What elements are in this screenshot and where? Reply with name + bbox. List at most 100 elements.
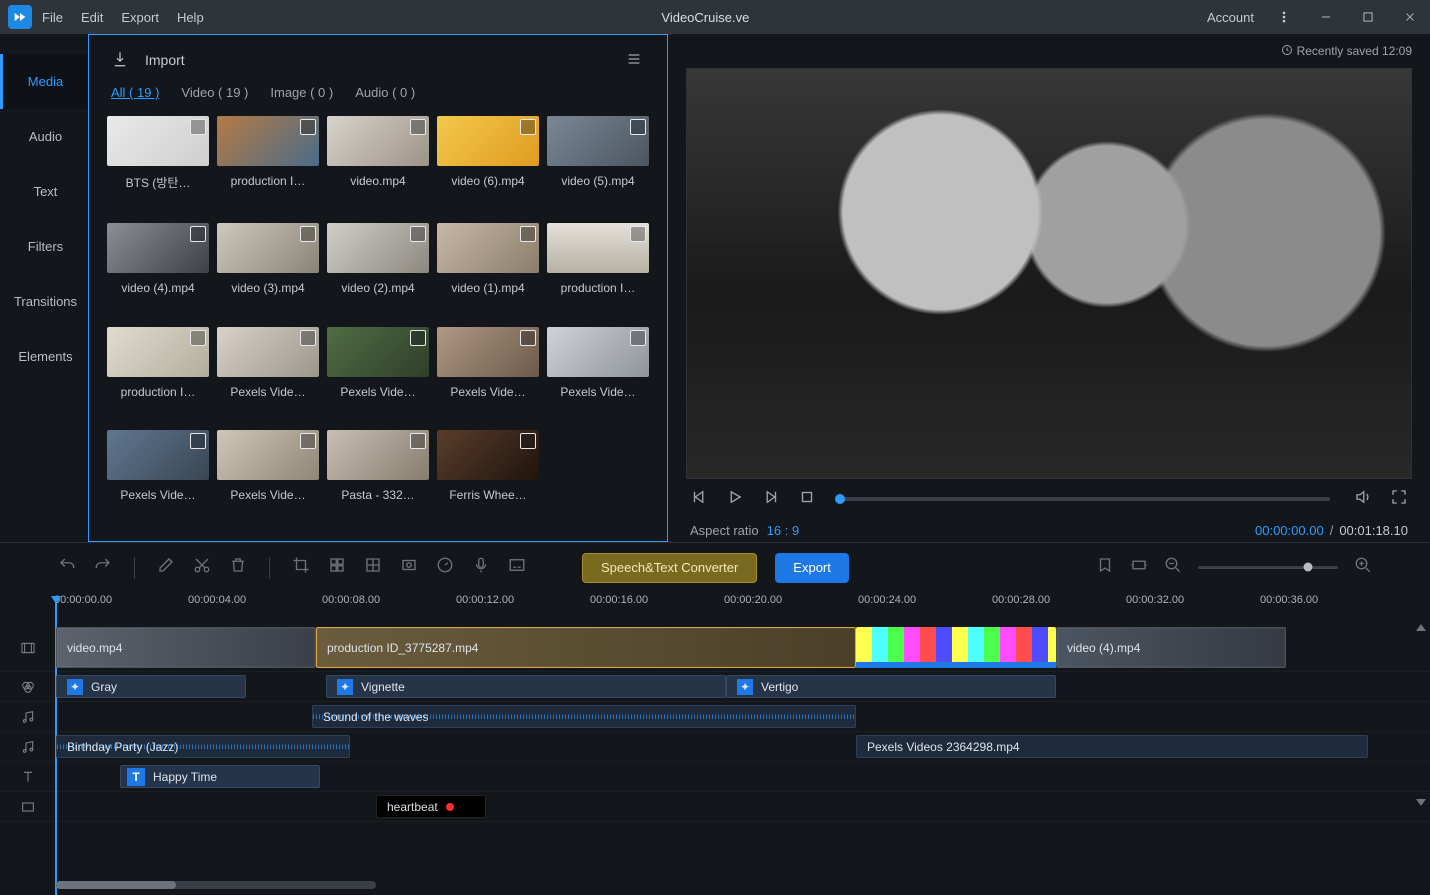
total-duration: 00:01:18.10 — [1339, 523, 1408, 538]
app-logo — [8, 5, 32, 29]
media-item-label: Pexels Vide… — [217, 488, 319, 502]
kebab-menu-icon[interactable] — [1272, 5, 1296, 29]
menu-export[interactable]: Export — [121, 10, 159, 25]
record-clip[interactable]: heartbeat — [376, 795, 486, 818]
media-item-label: video (5).mp4 — [547, 174, 649, 188]
media-item[interactable]: BTS (방탄… — [107, 116, 209, 207]
tab-audio[interactable]: Audio — [0, 109, 88, 164]
media-item[interactable]: video (4).mp4 — [107, 223, 209, 311]
import-button[interactable]: Import — [145, 52, 185, 68]
mosaic-icon[interactable] — [328, 556, 346, 579]
play-icon[interactable] — [726, 488, 744, 511]
next-frame-icon[interactable] — [762, 488, 780, 511]
video-clip[interactable]: video (4).mp4 — [1056, 627, 1286, 668]
menu-edit[interactable]: Edit — [81, 10, 103, 25]
stop-icon[interactable] — [798, 488, 816, 511]
marker-icon[interactable] — [1096, 556, 1114, 579]
tab-media[interactable]: Media — [0, 54, 88, 109]
redo-icon[interactable] — [94, 556, 112, 579]
media-item[interactable]: Pexels Vide… — [217, 430, 319, 518]
list-view-icon[interactable] — [623, 51, 645, 70]
media-item[interactable]: production I… — [217, 116, 319, 207]
media-item[interactable]: video (1).mp4 — [437, 223, 539, 311]
media-item[interactable]: video (2).mp4 — [327, 223, 429, 311]
audio-clip[interactable]: Birthday Party (Jazz) — [56, 735, 350, 758]
audio-clip[interactable]: Sound of the waves — [312, 705, 856, 728]
minimize-icon[interactable] — [1314, 5, 1338, 29]
media-item[interactable]: Pasta - 332… — [327, 430, 429, 518]
preview-screen[interactable] — [686, 68, 1412, 479]
video-clip-bars[interactable] — [856, 627, 1056, 668]
subtitle-icon[interactable] — [508, 556, 526, 579]
fullscreen-icon[interactable] — [1390, 488, 1408, 511]
preview-progress[interactable] — [840, 497, 1330, 501]
filter-clip[interactable]: ✦Vignette — [326, 675, 726, 698]
audio-clip[interactable]: Pexels Videos 2364298.mp4 — [856, 735, 1368, 758]
media-item[interactable]: production I… — [107, 327, 209, 415]
record-dot-icon — [446, 803, 454, 811]
media-grid: BTS (방탄… production I… video.mp4 video (… — [89, 110, 667, 524]
volume-icon[interactable] — [1354, 488, 1372, 511]
prev-frame-icon[interactable] — [690, 488, 708, 511]
media-item[interactable]: video (5).mp4 — [547, 116, 649, 207]
zoom-in-icon[interactable] — [1354, 556, 1372, 579]
music-track-icon — [20, 739, 36, 755]
edit-icon[interactable] — [157, 556, 175, 579]
filter-image[interactable]: Image ( 0 ) — [270, 85, 333, 100]
filter-video[interactable]: Video ( 19 ) — [181, 85, 248, 100]
crop-icon[interactable] — [292, 556, 310, 579]
close-icon[interactable] — [1398, 5, 1422, 29]
toolbar: Speech&Text Converter Export — [0, 542, 1430, 592]
media-item[interactable]: Ferris Whee… — [437, 430, 539, 518]
video-clip-selected[interactable]: production ID_3775287.mp4 — [316, 627, 856, 668]
voiceover-icon[interactable] — [472, 556, 490, 579]
filter-audio[interactable]: Audio ( 0 ) — [355, 85, 415, 100]
media-item[interactable]: video (3).mp4 — [217, 223, 319, 311]
speech-text-button[interactable]: Speech&Text Converter — [582, 553, 757, 583]
filter-clip[interactable]: ✦Vertigo — [726, 675, 1056, 698]
media-item[interactable]: production I… — [547, 223, 649, 311]
clip-label: Vertigo — [761, 680, 798, 694]
filter-clip[interactable]: ✦Gray — [56, 675, 246, 698]
time-ruler[interactable]: 00:00:00.00 00:00:04.00 00:00:08.00 00:0… — [56, 592, 1430, 624]
media-item[interactable]: Pexels Vide… — [437, 327, 539, 415]
tab-text[interactable]: Text — [0, 164, 88, 219]
media-item[interactable]: Pexels Vide… — [327, 327, 429, 415]
delete-icon[interactable] — [229, 556, 247, 579]
current-time: 00:00:00.00 — [1255, 523, 1324, 538]
grid-icon[interactable] — [364, 556, 382, 579]
media-item[interactable]: video (6).mp4 — [437, 116, 539, 207]
cut-icon[interactable] — [193, 556, 211, 579]
title-bar: File Edit Export Help VideoCruise.ve Acc… — [0, 0, 1430, 34]
export-button[interactable]: Export — [775, 553, 849, 583]
account-button[interactable]: Account — [1207, 10, 1254, 25]
tab-elements[interactable]: Elements — [0, 329, 88, 384]
menu-bar: File Edit Export Help — [42, 10, 204, 25]
ruler-tick: 00:00:24.00 — [858, 594, 916, 606]
speed-icon[interactable] — [436, 556, 454, 579]
undo-icon[interactable] — [58, 556, 76, 579]
zoom-slider[interactable] — [1198, 566, 1338, 569]
freeze-icon[interactable] — [400, 556, 418, 579]
menu-file[interactable]: File — [42, 10, 63, 25]
text-clip[interactable]: THappy Time — [120, 765, 320, 788]
video-clip[interactable]: video.mp4 — [56, 627, 316, 668]
filter-all[interactable]: All ( 19 ) — [111, 85, 159, 100]
track-text: THappy Time — [0, 762, 1430, 792]
media-item[interactable]: video.mp4 — [327, 116, 429, 207]
aspect-ratio-value[interactable]: 16 : 9 — [767, 523, 800, 538]
track-music: Birthday Party (Jazz) Pexels Videos 2364… — [0, 732, 1430, 762]
import-icon[interactable] — [111, 50, 129, 71]
timeline-vscroll[interactable] — [1416, 624, 1424, 824]
media-item[interactable]: Pexels Vide… — [107, 430, 209, 518]
media-item[interactable]: Pexels Vide… — [547, 327, 649, 415]
maximize-icon[interactable] — [1356, 5, 1380, 29]
media-item-label: video (6).mp4 — [437, 174, 539, 188]
tab-transitions[interactable]: Transitions — [0, 274, 88, 329]
menu-help[interactable]: Help — [177, 10, 204, 25]
zoom-out-icon[interactable] — [1164, 556, 1182, 579]
timeline-hscroll[interactable] — [56, 881, 376, 889]
tab-filters[interactable]: Filters — [0, 219, 88, 274]
media-item[interactable]: Pexels Vide… — [217, 327, 319, 415]
fit-icon[interactable] — [1130, 556, 1148, 579]
